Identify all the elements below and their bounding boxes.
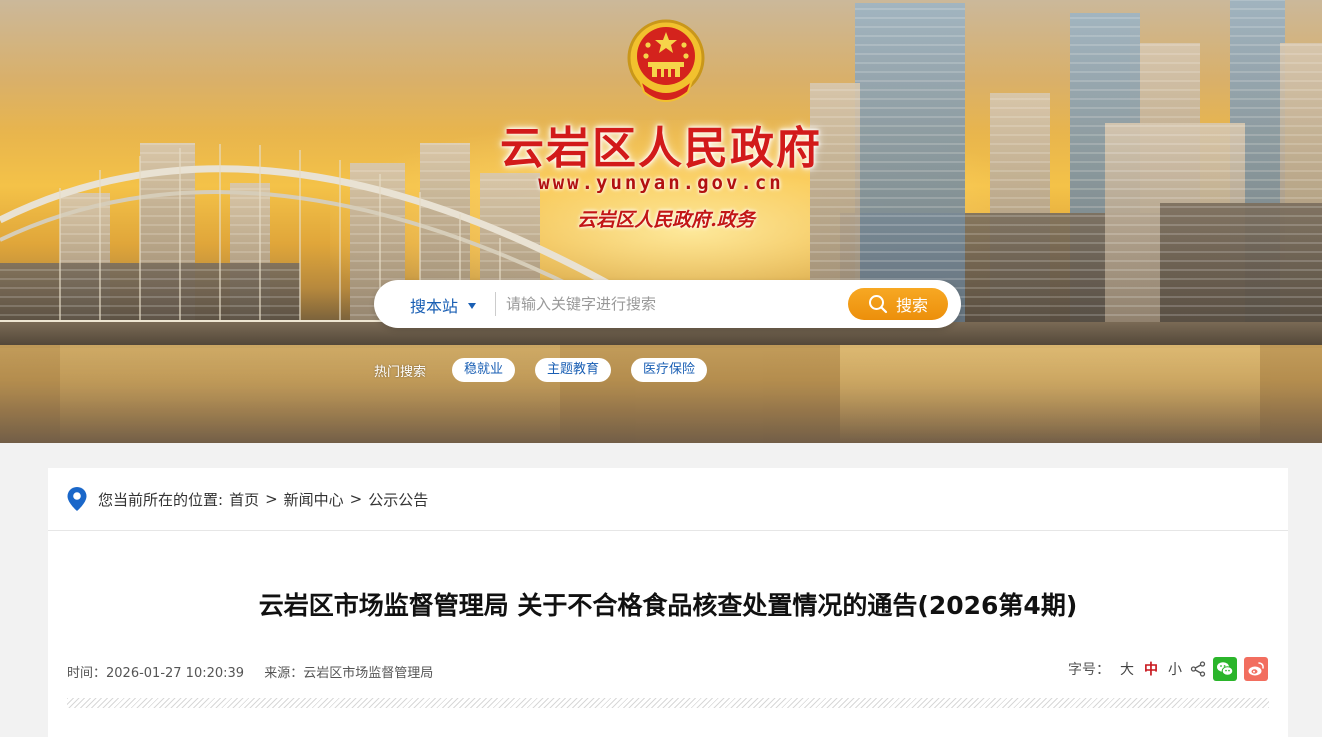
hot-tag-theme-education[interactable]: 主题教育 (535, 358, 612, 382)
site-subtitle: 云岩区人民政府.政务 (577, 209, 755, 231)
search-bar: 搜本站 搜索 (374, 280, 961, 328)
article-meta: 时间：2026-01-27 10:20:39 来源：云岩区市场监督管理局 (67, 662, 449, 681)
publish-time: 时间：2026-01-27 10:20:39 (67, 666, 245, 681)
breadcrumb-separator: > (349, 490, 363, 508)
site-url: www.yunyan.gov.cn (538, 172, 784, 194)
font-size-small[interactable]: 小 (1168, 659, 1182, 679)
national-emblem-icon (627, 19, 705, 102)
wechat-icon (1217, 662, 1234, 676)
breadcrumb-home[interactable]: 首页 (229, 489, 259, 510)
divider-hatch (67, 698, 1269, 708)
search-scope-dropdown[interactable]: 搜本站 (410, 293, 477, 317)
hot-search: 热门搜索 稳就业 主题教育 医疗保险 (374, 358, 727, 382)
search-button-label: 搜索 (895, 296, 928, 315)
search-scope-label: 搜本站 (410, 297, 459, 316)
hot-search-label: 热门搜索 (374, 364, 427, 380)
search-input[interactable] (506, 289, 846, 319)
breadcrumb: 您当前所在的位置: 首页 > 新闻中心 > 公示公告 (48, 468, 1288, 531)
breadcrumb-news-center[interactable]: 新闻中心 (284, 489, 344, 510)
font-size-large[interactable]: 大 (1120, 659, 1134, 679)
breadcrumb-announcements[interactable]: 公示公告 (368, 489, 428, 510)
article-title: 云岩区市场监督管理局 关于不合格食品核查处置情况的通告(2026第4期) (258, 591, 1078, 620)
search-button[interactable]: 搜索 (848, 288, 948, 320)
weibo-share-button[interactable] (1244, 657, 1268, 681)
header-banner: 云岩区人民政府 www.yunyan.gov.cn 云岩区人民政府.政务 搜本站… (0, 0, 1322, 443)
wechat-share-button[interactable] (1213, 657, 1237, 681)
weibo-icon (1248, 662, 1264, 676)
hot-tag-stable-employment[interactable]: 稳就业 (452, 358, 516, 382)
search-icon (868, 295, 888, 314)
share-icon[interactable] (1190, 661, 1206, 677)
font-size-label: 字号： (1068, 662, 1110, 678)
breadcrumb-separator: > (265, 490, 278, 508)
article-source: 来源：云岩区市场监督管理局 (264, 666, 434, 681)
hot-tag-medical-insurance[interactable]: 医疗保险 (631, 358, 708, 382)
location-pin-icon (67, 487, 87, 511)
article-tools: 字号： 大 中 小 (1068, 657, 1268, 681)
font-size-medium[interactable]: 中 (1144, 659, 1158, 679)
breadcrumb-prefix: 您当前所在的位置: (98, 490, 224, 509)
search-divider (495, 292, 496, 316)
chevron-down-icon (468, 303, 477, 309)
article-panel: 您当前所在的位置: 首页 > 新闻中心 > 公示公告 云岩区市场监督管理局 关于… (48, 468, 1288, 737)
site-title: 云岩区人民政府 (500, 123, 822, 174)
